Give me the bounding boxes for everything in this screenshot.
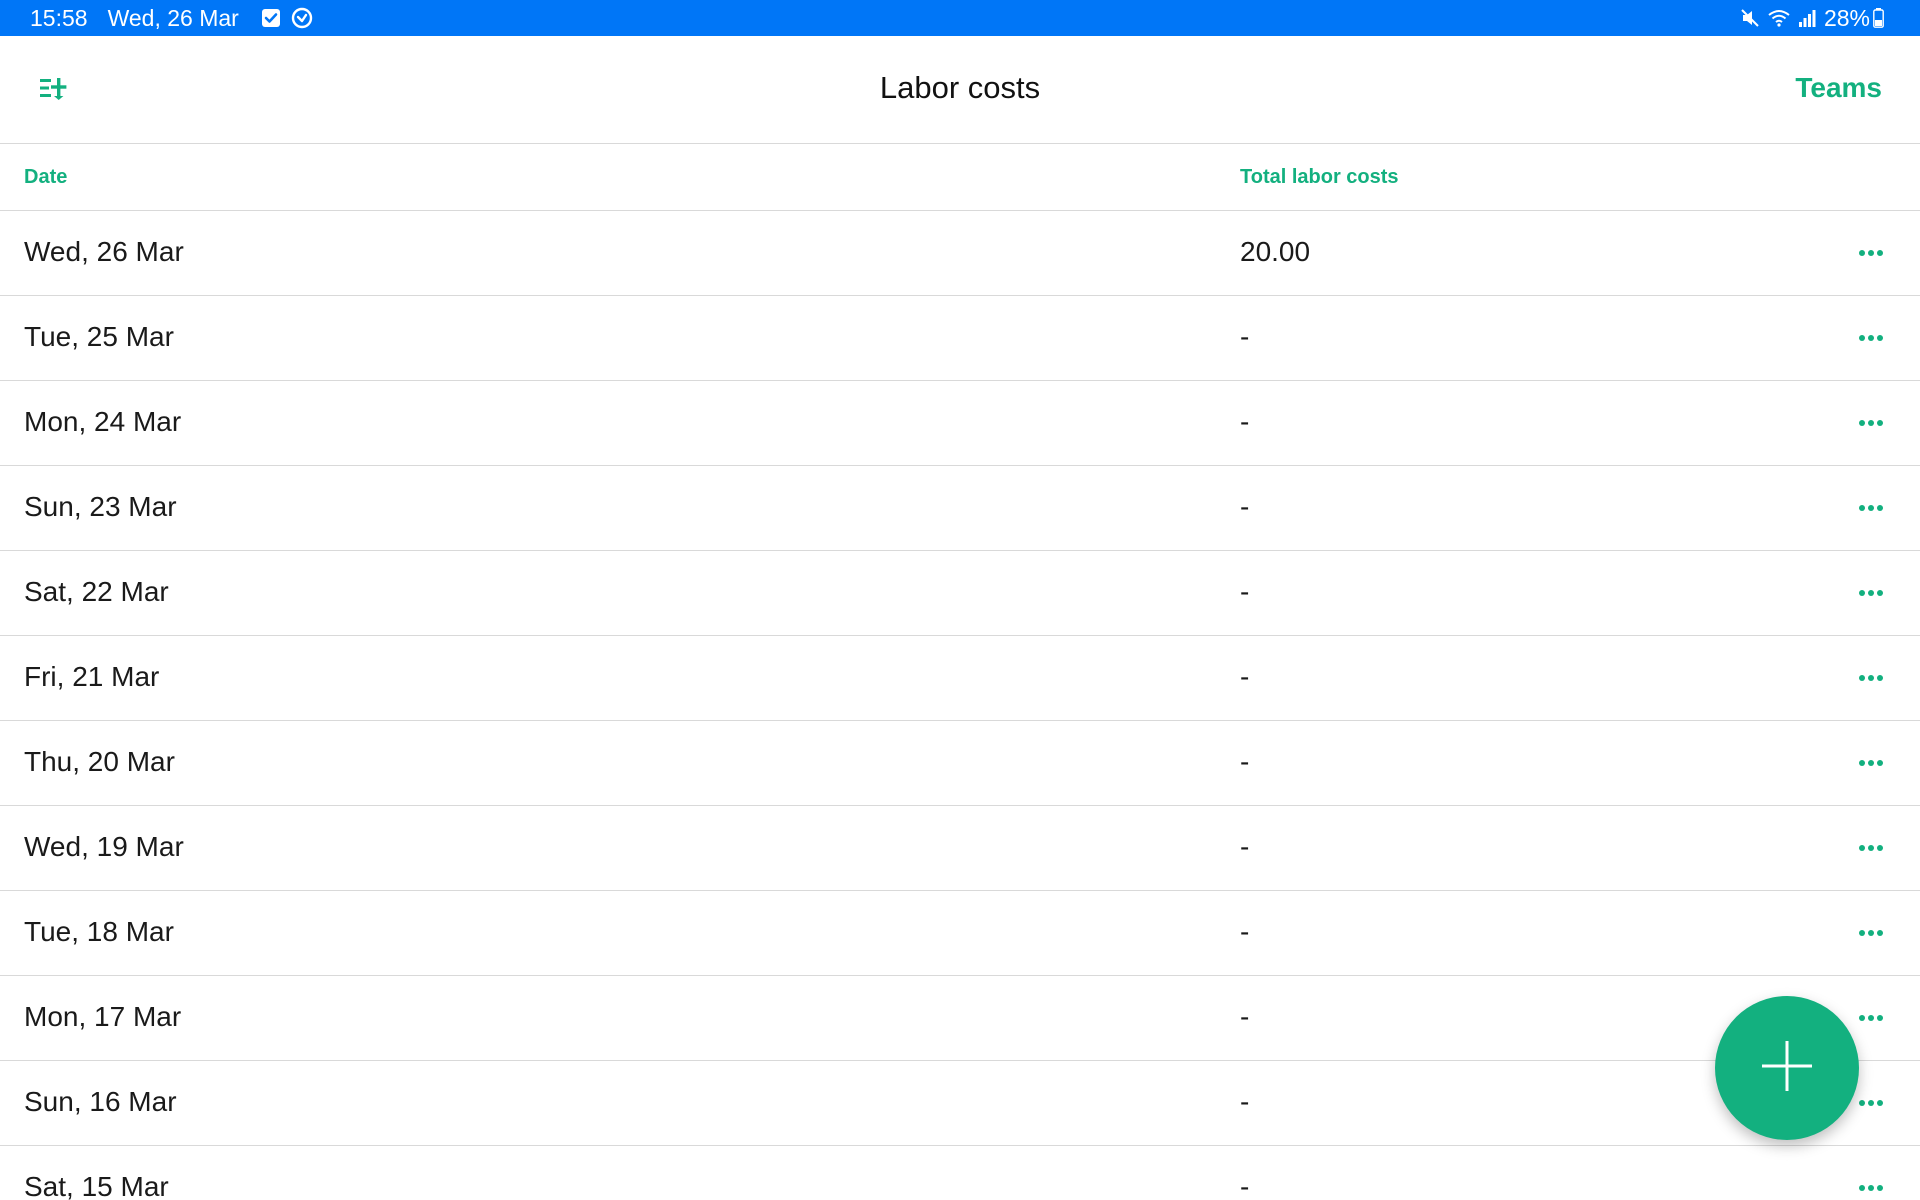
row-date: Wed, 19 Mar: [24, 831, 184, 862]
row-date: Wed, 26 Mar: [24, 236, 184, 267]
page-title: Labor costs: [879, 70, 1041, 105]
checkbox-notification-icon: [261, 8, 281, 28]
more-horizontal-icon: [1858, 924, 1884, 942]
labor-costs-screen: 15:58 Wed, 26 Mar 28% Labor costs Teams …: [0, 0, 1920, 1200]
row-more-button[interactable]: [1854, 749, 1888, 777]
row-date: Sat, 15 Mar: [24, 1171, 169, 1200]
labor-cost-list: Wed, 26 Mar 20.00 Tue, 25 Mar - Mon, 24 Mar -…: [0, 211, 1920, 1200]
row-date: Thu, 20 Mar: [24, 746, 175, 777]
battery-icon: [1873, 8, 1884, 28]
table-row[interactable]: Wed, 19 Mar -: [0, 806, 1920, 891]
table-row[interactable]: Wed, 26 Mar 20.00: [0, 211, 1920, 296]
row-more-button[interactable]: [1854, 1174, 1888, 1200]
table-row[interactable]: Fri, 21 Mar -: [0, 636, 1920, 721]
row-total-labor-cost: -: [1240, 831, 1250, 862]
table-row[interactable]: Sat, 15 Mar -: [0, 1146, 1920, 1200]
table-row[interactable]: Thu, 20 Mar -: [0, 721, 1920, 806]
row-total-labor-cost: -: [1240, 746, 1250, 777]
more-horizontal-icon: [1858, 414, 1884, 432]
sync-circle-icon: [291, 7, 313, 29]
mute-icon: [1740, 8, 1760, 28]
row-total-labor-cost: -: [1240, 576, 1250, 607]
row-more-button[interactable]: [1854, 324, 1888, 352]
row-total-labor-cost: 20.00: [1240, 236, 1311, 267]
row-more-button[interactable]: [1854, 1089, 1888, 1117]
row-date: Fri, 21 Mar: [24, 661, 160, 692]
teams-button[interactable]: Teams: [1795, 72, 1882, 104]
table-row[interactable]: Sat, 22 Mar -: [0, 551, 1920, 636]
wifi-icon: [1768, 9, 1790, 27]
row-date: Tue, 25 Mar: [24, 321, 174, 352]
more-horizontal-icon: [1858, 584, 1884, 602]
table-row[interactable]: Tue, 18 Mar -: [0, 891, 1920, 976]
row-more-button[interactable]: [1854, 239, 1888, 267]
more-horizontal-icon: [1858, 1179, 1884, 1197]
row-total-labor-cost: -: [1240, 1086, 1250, 1117]
row-total-labor-cost: -: [1240, 661, 1250, 692]
table-row[interactable]: Sun, 16 Mar -: [0, 1061, 1920, 1146]
table-row[interactable]: Tue, 25 Mar -: [0, 296, 1920, 381]
row-date: Mon, 17 Mar: [24, 1001, 182, 1032]
more-horizontal-icon: [1858, 839, 1884, 857]
status-bar-left: 15:58 Wed, 26 Mar: [30, 5, 323, 32]
row-more-button[interactable]: [1854, 1004, 1888, 1032]
row-date: Tue, 18 Mar: [24, 916, 174, 947]
row-date: Mon, 24 Mar: [24, 406, 182, 437]
more-horizontal-icon: [1858, 1094, 1884, 1112]
more-horizontal-icon: [1858, 754, 1884, 772]
more-horizontal-icon: [1858, 329, 1884, 347]
status-bar: 15:58 Wed, 26 Mar 28%: [0, 0, 1920, 36]
more-horizontal-icon: [1858, 244, 1884, 262]
status-bar-right: 28%: [1740, 5, 1884, 32]
table-row[interactable]: Mon, 24 Mar -: [0, 381, 1920, 466]
row-more-button[interactable]: [1854, 579, 1888, 607]
row-total-labor-cost: -: [1240, 406, 1250, 437]
row-more-button[interactable]: [1854, 664, 1888, 692]
signal-icon: [1798, 9, 1816, 27]
row-total-labor-cost: -: [1240, 1001, 1250, 1032]
status-time: 15:58: [30, 4, 88, 31]
row-more-button[interactable]: [1854, 919, 1888, 947]
row-total-labor-cost: -: [1240, 491, 1250, 522]
row-date: Sat, 22 Mar: [24, 576, 169, 607]
row-more-button[interactable]: [1854, 409, 1888, 437]
row-date: Sun, 16 Mar: [24, 1086, 177, 1117]
table-row[interactable]: Sun, 23 Mar -: [0, 466, 1920, 551]
more-horizontal-icon: [1858, 1009, 1884, 1027]
table-row[interactable]: Mon, 17 Mar -: [0, 976, 1920, 1061]
app-header: Labor costs Teams: [0, 36, 1920, 144]
more-horizontal-icon: [1858, 499, 1884, 517]
row-total-labor-cost: -: [1240, 321, 1250, 352]
battery-percentage: 28%: [1823, 4, 1870, 31]
row-total-labor-cost: -: [1240, 1171, 1250, 1200]
row-total-labor-cost: -: [1240, 916, 1250, 947]
table-header: Date Total labor costs: [0, 144, 1920, 211]
row-more-button[interactable]: [1854, 494, 1888, 522]
column-header-total: Total labor costs: [1240, 166, 1399, 188]
status-date: Wed, 26 Mar: [107, 4, 239, 31]
row-more-button[interactable]: [1854, 834, 1888, 862]
plus-icon: [1759, 1038, 1815, 1099]
add-labor-cost-button[interactable]: [1715, 996, 1859, 1140]
row-date: Sun, 23 Mar: [24, 491, 177, 522]
more-horizontal-icon: [1858, 669, 1884, 687]
column-header-date: Date: [24, 166, 68, 188]
